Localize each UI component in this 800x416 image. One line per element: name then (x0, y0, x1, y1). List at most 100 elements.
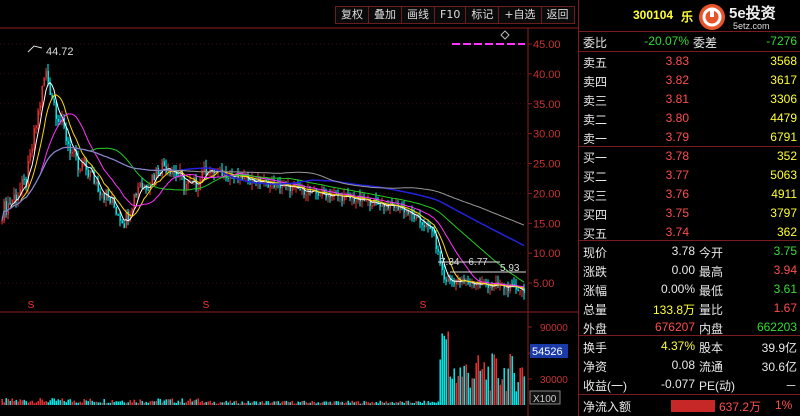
candle-body (447, 278, 449, 282)
asks-row[interactable]: 卖二 3.80 4479 (579, 109, 800, 128)
asks-row[interactable]: 卖五 3.83 3568 (579, 52, 800, 71)
fin-label: PE(动) (699, 379, 736, 393)
volume-bar (141, 401, 143, 405)
candle-body (405, 211, 407, 213)
volume-bar (365, 401, 367, 405)
volume-bar (101, 402, 103, 405)
volume-bar (33, 403, 35, 405)
volume-bar (275, 401, 277, 405)
volume-bar (83, 399, 85, 405)
volume-bar (75, 402, 77, 405)
volume-bar (253, 401, 255, 405)
candle-body (499, 285, 501, 287)
bids-row[interactable]: 买三 3.76 4911 (579, 185, 800, 204)
bids-volume: 352 (776, 149, 797, 163)
volume-bar (129, 400, 131, 405)
volume-bar (441, 333, 443, 405)
volume-bar (171, 398, 173, 405)
toolbar-button[interactable]: 返回 (540, 6, 575, 24)
volume-bar (223, 402, 225, 405)
volume-bar (355, 401, 357, 405)
volume-bar (387, 403, 389, 405)
ma140-line (1, 146, 525, 226)
candle-body (137, 187, 139, 196)
volume-bar (311, 400, 313, 405)
candle-body (55, 102, 57, 119)
bids-price: 3.76 (665, 187, 689, 201)
candle-body (97, 182, 99, 192)
volume-bar (439, 359, 441, 405)
volume-bar (51, 398, 53, 405)
volume-bar (417, 401, 419, 405)
candle-body (163, 161, 165, 167)
split-marker: S (420, 300, 427, 311)
stats-value: 3.78 (671, 244, 695, 258)
candle-body (95, 182, 97, 184)
volume-bar (113, 402, 115, 405)
toolbar-button[interactable]: F10 (434, 6, 467, 24)
volume-bar (333, 401, 335, 405)
bids-row[interactable]: 买四 3.75 3797 (579, 204, 800, 223)
kline-chart-area[interactable]: 45.00 40.00 35.00 30.00 25.00 20.00 15.00 10.00… (0, 0, 578, 416)
fin-row: 净资 0.08 流通 30.6亿 (579, 356, 800, 375)
bids-volume: 5063 (770, 168, 797, 182)
fin-row: 收益(一) -0.077 PE(动) － (579, 375, 800, 394)
bids-label: 买四 (583, 208, 608, 222)
candle-body (121, 220, 123, 224)
price-tick-label: 5.00 (533, 278, 554, 290)
bids-row[interactable]: 买二 3.77 5063 (579, 166, 800, 185)
volume-bar (485, 379, 487, 405)
logo-text: 5e投资 (729, 5, 776, 22)
volume-bar (443, 335, 445, 405)
candle-body (109, 197, 111, 203)
volume-bar (477, 355, 479, 405)
candle-body (425, 223, 427, 228)
volume-bar (515, 391, 517, 405)
volume-bar (447, 331, 449, 405)
candle-body (13, 194, 15, 201)
fin-label: 股本 (699, 341, 724, 355)
toolbar-button[interactable]: 标记 (465, 6, 500, 24)
volume-bar (449, 376, 451, 405)
volume-bar (23, 399, 25, 405)
volume-bar (367, 402, 369, 405)
toolbar-button[interactable]: 叠加 (368, 6, 402, 24)
candle-body (23, 178, 25, 180)
candle-body (101, 194, 103, 196)
volume-bar (475, 362, 477, 405)
volume-bar (377, 403, 379, 405)
volume-bar (433, 402, 435, 405)
volume-bar (121, 400, 123, 405)
volume-bar (403, 402, 405, 405)
asks-price: 3.82 (665, 73, 689, 87)
volume-bar (251, 402, 253, 405)
volume-bar (49, 400, 51, 405)
volume-bar (85, 400, 87, 405)
asks-row[interactable]: 卖三 3.81 3306 (579, 90, 800, 109)
candle-body (519, 290, 521, 292)
candle-body (469, 283, 471, 285)
volume-bar (3, 402, 5, 405)
candle-body (79, 169, 81, 171)
asks-row[interactable]: 卖一 3.79 6791 (579, 128, 800, 147)
asks-row[interactable]: 卖四 3.82 3617 (579, 71, 800, 90)
volume-bar (297, 401, 299, 405)
bids-price: 3.75 (665, 206, 689, 220)
volume-bar (351, 400, 353, 405)
toolbar-button[interactable]: +自选 (498, 6, 542, 24)
candle-body (421, 222, 423, 226)
netflow-bar (671, 400, 715, 412)
candle-body (227, 178, 229, 180)
volume-bar (413, 403, 415, 405)
volume-bar (61, 398, 63, 405)
volume-bar (145, 401, 147, 405)
toolbar-button[interactable]: 复权 (335, 6, 369, 24)
volume-bar (119, 401, 121, 405)
bids-volume: 4911 (771, 187, 797, 201)
candle-body (407, 211, 409, 214)
volume-bar (55, 400, 57, 405)
bids-row[interactable]: 买一 3.78 352 (579, 147, 800, 166)
toolbar-button[interactable]: 画线 (401, 6, 435, 24)
volume-bar (13, 401, 15, 405)
volume-bar (473, 378, 475, 405)
